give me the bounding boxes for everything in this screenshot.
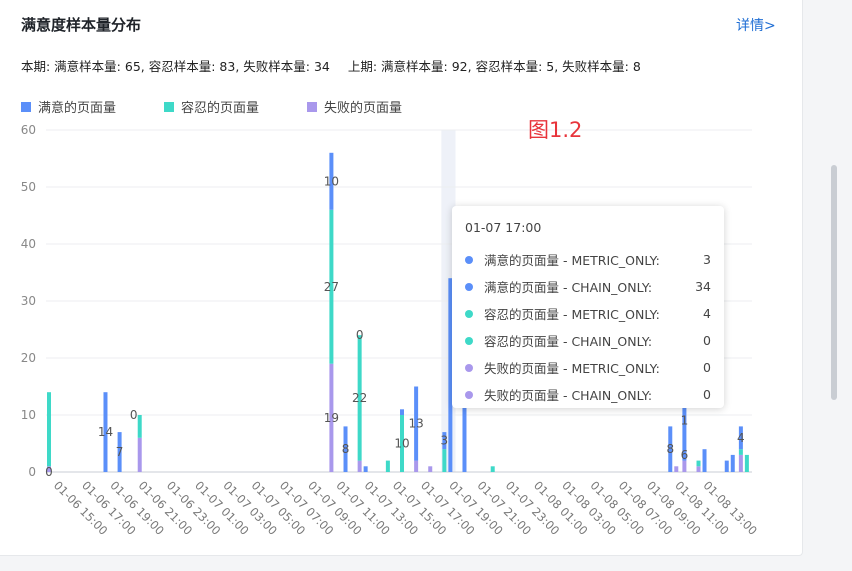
bar-satisfied [724, 460, 729, 472]
bar-tolerating [137, 415, 142, 438]
bar-satisfied [730, 454, 735, 472]
tooltip-dot [465, 390, 473, 399]
bar-failed [674, 466, 679, 472]
tooltip-row: 容忍的页面量 - METRIC_ONLY: 4 [465, 300, 711, 327]
summary-line: 本期: 满意样本量: 65, 容忍样本量: 83, 失败样本量: 34 上期: … [21, 56, 641, 75]
legend-label-failed: 失败的页面量 [324, 101, 403, 116]
data-label: 0 [130, 408, 138, 422]
tooltip-row: 满意的页面量 - METRIC_ONLY: 3 [465, 246, 711, 273]
data-label: 7 [116, 445, 124, 459]
bar-tolerating [738, 449, 743, 455]
chart-tooltip: 01-07 17:00 满意的页面量 - METRIC_ONLY: 3 满意的页面… [452, 206, 724, 408]
tooltip-dot [465, 336, 473, 345]
y-tick-label: 0 [28, 465, 36, 479]
legend-label-tolerating: 容忍的页面量 [181, 101, 260, 116]
legend-item-tolerating[interactable]: 容忍的页面量 [164, 97, 259, 116]
y-tick-label: 30 [21, 294, 36, 308]
bar-failed [696, 466, 701, 472]
data-label: 8 [342, 442, 350, 456]
tooltip-label: 失败的页面量 - CHAIN_ONLY: [484, 388, 653, 403]
data-label: 27 [324, 280, 339, 294]
tooltip-label: 满意的页面量 - METRIC_ONLY: [484, 253, 660, 268]
tooltip-label: 容忍的页面量 - CHAIN_ONLY: [484, 334, 653, 349]
tooltip-dot [465, 255, 473, 264]
y-tick-label: 60 [21, 123, 36, 137]
details-link[interactable]: 详情> [736, 15, 776, 35]
data-label: 8 [666, 442, 674, 456]
tooltip-label: 满意的页面量 - CHAIN_ONLY: [484, 280, 653, 295]
tooltip-value: 4 [703, 306, 711, 321]
data-label: 3 [441, 434, 449, 448]
chart-card: 满意度样本量分布 详情> 本期: 满意样本量: 65, 容忍样本量: 83, 失… [0, 0, 803, 556]
bar-failed [738, 454, 743, 472]
summary-previous: 上期: 满意样本量: 92, 容忍样本量: 5, 失败样本量: 8 [347, 59, 641, 74]
figure-label: 图1.2 [528, 118, 583, 142]
data-label: 13 [408, 417, 423, 431]
bar-tolerating [385, 460, 390, 472]
data-label: 19 [324, 411, 339, 425]
bar-failed [137, 437, 142, 472]
bar-tolerating [490, 466, 495, 472]
tooltip-label: 失败的页面量 - METRIC_ONLY: [484, 361, 660, 376]
bar-failed [428, 466, 433, 472]
legend-swatch-failed [307, 101, 318, 112]
tooltip-row: 满意的页面量 - CHAIN_ONLY: 34 [465, 273, 711, 300]
card-title: 满意度样本量分布 [21, 16, 142, 34]
tooltip-value: 0 [703, 387, 711, 402]
y-tick-label: 40 [21, 237, 36, 251]
data-label: 10 [394, 437, 409, 451]
bar-satisfied [702, 449, 707, 472]
scrollbar-thumb[interactable] [831, 165, 837, 400]
tooltip-label: 容忍的页面量 - METRIC_ONLY: [484, 307, 660, 322]
tooltip-time: 01-07 17:00 [465, 220, 542, 235]
data-label: 1 [681, 414, 689, 428]
page-scrollbar[interactable] [822, 0, 852, 571]
data-label: 10 [324, 174, 339, 188]
data-label: 14 [98, 425, 113, 439]
data-label: 22 [352, 391, 367, 405]
bar-tolerating [442, 449, 447, 472]
tooltip-dot [465, 309, 473, 318]
y-tick-label: 50 [21, 180, 36, 194]
legend-item-failed[interactable]: 失败的页面量 [307, 97, 402, 116]
y-tick-label: 20 [21, 351, 36, 365]
bar-tolerating [744, 454, 749, 472]
tooltip-row: 容忍的页面量 - CHAIN_ONLY: 0 [465, 327, 711, 354]
tooltip-value: 0 [703, 360, 711, 375]
tooltip-value: 0 [703, 333, 711, 348]
tooltip-value: 34 [695, 279, 711, 294]
data-label: 0 [356, 328, 364, 342]
data-label: 0 [45, 465, 53, 479]
bar-satisfied [400, 409, 404, 415]
bar-failed [414, 460, 419, 472]
summary-current: 本期: 满意样本量: 65, 容忍样本量: 83, 失败样本量: 34 [21, 59, 330, 74]
tooltip-dot [465, 363, 473, 372]
data-label: 4 [737, 431, 745, 445]
legend-label-satisfied: 满意的页面量 [38, 101, 117, 116]
legend-swatch-tolerating [164, 101, 175, 112]
chart-legend: 满意的页面量 容忍的页面量 失败的页面量 [21, 97, 450, 116]
bar-satisfied [363, 466, 368, 472]
data-label: 6 [681, 448, 689, 462]
bar-failed [357, 460, 362, 472]
tooltip-dot [465, 282, 473, 291]
tooltip-row: 失败的页面量 - CHAIN_ONLY: 0 [465, 381, 711, 408]
tooltip-value: 3 [703, 252, 711, 267]
legend-swatch-satisfied [21, 101, 31, 112]
y-tick-label: 10 [21, 408, 36, 422]
bar-tolerating [47, 392, 51, 467]
legend-item-satisfied[interactable]: 满意的页面量 [21, 97, 116, 116]
bar-tolerating [696, 460, 701, 467]
tooltip-row: 失败的页面量 - METRIC_ONLY: 0 [465, 354, 711, 381]
bar-failed [682, 460, 687, 472]
